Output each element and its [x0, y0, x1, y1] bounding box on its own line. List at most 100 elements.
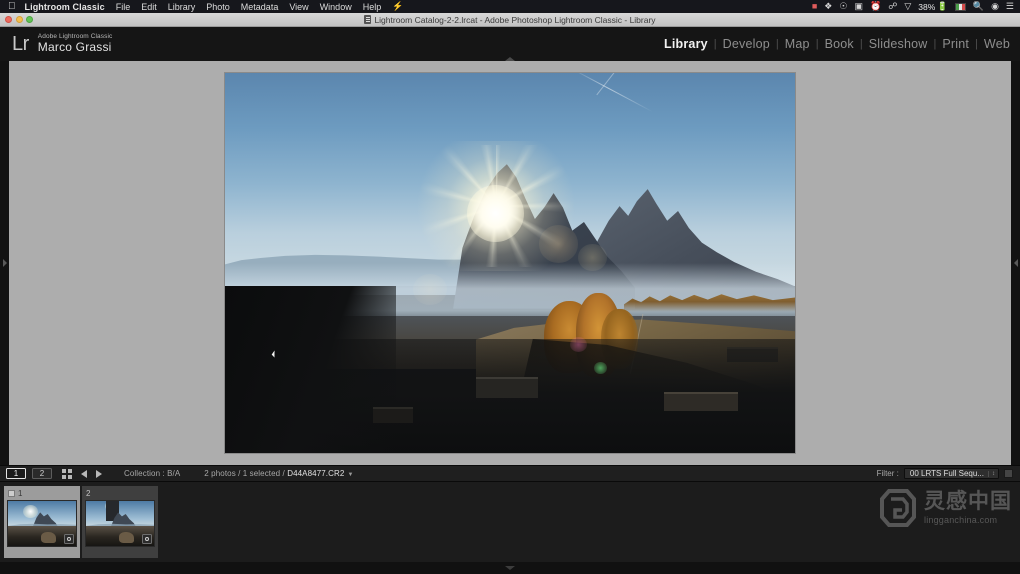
bottom-panel-toggle[interactable] [0, 562, 1020, 574]
filter-toggle-icon[interactable] [1004, 469, 1013, 478]
chevron-left-icon [1013, 259, 1018, 267]
photo-count-prefix: 2 photos / 1 selected / [204, 469, 288, 478]
right-panel-toggle[interactable] [1011, 61, 1020, 465]
filter-label: Filter : [876, 469, 899, 478]
battery-icon: 🔋 [937, 1, 948, 11]
menu-item-library[interactable]: Library [168, 2, 207, 12]
menu-item-file[interactable]: File [116, 2, 142, 12]
lightroom-top-panel: Lr Adobe Lightroom Classic Marco Grassi … [0, 27, 1020, 61]
wifi-icon[interactable]: ▽ [904, 2, 911, 11]
module-separator: | [775, 38, 779, 50]
menu-app-name[interactable]: Lightroom Classic [25, 2, 116, 12]
filmstrip-page-2-button[interactable]: 2 [32, 468, 52, 479]
select-arrows-icon: ↕ [988, 470, 995, 477]
menu-item-view[interactable]: View [289, 2, 319, 12]
watermark-text: 灵感中国 lingganchina.com [924, 489, 1012, 525]
module-map[interactable]: Map [785, 37, 810, 51]
develop-badge-icon[interactable] [142, 534, 152, 544]
notifications-icon[interactable]: ☰ [1006, 2, 1014, 11]
main-content-area [0, 61, 1020, 465]
menu-item-photo[interactable]: Photo [206, 2, 241, 12]
lens-flare-a [538, 225, 579, 263]
lightroom-window:  Lightroom Classic File Edit Library Ph… [0, 0, 1020, 574]
search-icon[interactable]: 🔍 [973, 2, 984, 11]
main-photo[interactable] [224, 72, 796, 454]
dropbox-icon[interactable]: ❖ [824, 2, 832, 11]
chevron-down-icon [505, 566, 515, 570]
thumbnail-image-1 [7, 500, 77, 547]
thumbnail-header: 2 [85, 489, 155, 498]
flag-italy-icon[interactable] [954, 2, 966, 11]
current-filename: D44A8477.CR2 [287, 469, 345, 478]
filmstrip-page-1-button[interactable]: 1 [6, 468, 26, 479]
module-separator: | [713, 38, 717, 50]
module-library[interactable]: Library [664, 37, 708, 51]
module-web[interactable]: Web [984, 37, 1010, 51]
arrow-left-icon[interactable] [81, 469, 87, 478]
module-slideshow[interactable]: Slideshow [869, 37, 928, 51]
menu-item-edit[interactable]: Edit [141, 2, 168, 12]
filmstrip-toolbar: 1 2 Collection : B/A 2 photos / 1 select… [0, 465, 1020, 482]
watermark: 灵感中国 lingganchina.com [877, 488, 1012, 528]
lightroom-logo-icon: Lr [12, 32, 29, 55]
module-separator: | [859, 38, 863, 50]
watermark-en-label: lingganchina.com [924, 513, 1012, 525]
thumb-rock [40, 531, 56, 544]
macos-menu-bar:  Lightroom Classic File Edit Library Ph… [0, 0, 1020, 13]
source-label[interactable]: Collection : B/A [124, 469, 180, 478]
filter-preset-value: 00 LRTS Full Sequ... [909, 469, 984, 478]
thumbnail-index-label: 2 [86, 488, 91, 498]
identity-plate[interactable]: Lr Adobe Lightroom Classic Marco Grassi [0, 33, 112, 54]
menu-item-window[interactable]: Window [320, 2, 363, 12]
filter-area: Filter : 00 LRTS Full Sequ... ↕ [877, 468, 1020, 479]
timemachine-icon[interactable]: ⏰ [870, 2, 881, 11]
filmstrip-thumbnail-1[interactable]: 1 [4, 486, 80, 558]
arrow-right-icon[interactable] [96, 469, 102, 478]
minimize-button[interactable] [15, 16, 23, 23]
identity-plate-text: Adobe Lightroom Classic Marco Grassi [38, 33, 113, 54]
filmstrip-thumbnail-2[interactable]: 2 [82, 486, 158, 558]
lingganchina-logo-icon [877, 488, 917, 528]
photo-count-label: 2 photos / 1 selected / D44A8477.CR2 ▼ [204, 469, 353, 478]
window-titlebar: Lightroom Catalog-2-2.lrcat - Adobe Phot… [0, 13, 1020, 27]
pick-flag-icon[interactable] [8, 490, 15, 497]
zoom-button[interactable] [26, 16, 33, 23]
module-book[interactable]: Book [825, 37, 854, 51]
thumbnail-index-label: 1 [18, 488, 23, 498]
lens-flare-magenta [569, 337, 587, 353]
menu-item-metadata[interactable]: Metadata [241, 2, 290, 12]
lens-flare-b [578, 244, 607, 271]
thumbnail-image-2 [85, 500, 155, 547]
watermark-en-suffix: .com [976, 514, 998, 525]
battery-status[interactable]: 38% 🔋 [918, 1, 948, 12]
left-panel-toggle[interactable] [0, 61, 9, 465]
module-separator: | [933, 38, 937, 50]
grid-view-icon[interactable] [62, 469, 72, 479]
lens-flare-green [594, 361, 607, 374]
develop-badge-icon[interactable] [64, 534, 74, 544]
recording-icon[interactable]: ■ [812, 2, 817, 11]
module-separator: | [815, 38, 819, 50]
module-separator: | [975, 38, 978, 50]
watermark-cn-label: 灵感中国 [924, 489, 1012, 514]
module-develop[interactable]: Develop [723, 37, 770, 51]
window-title: Lightroom Catalog-2-2.lrcat - Adobe Phot… [364, 15, 656, 25]
watermark-en-name: lingganchina [924, 514, 977, 525]
close-button[interactable] [5, 16, 12, 23]
filter-preset-select[interactable]: 00 LRTS Full Sequ... ↕ [903, 468, 999, 479]
filmstrip: 1 2 [0, 482, 1020, 562]
thumbnail-header: 1 [7, 489, 77, 498]
chevron-down-icon[interactable]: ▼ [344, 472, 353, 478]
account-icon[interactable]: ◉ [991, 2, 999, 11]
bolt-icon[interactable]: ⚡ [392, 1, 409, 12]
bluetooth-icon[interactable]: ☍ [888, 2, 897, 11]
traffic-lights [5, 16, 33, 23]
apple-icon[interactable]:  [0, 1, 25, 12]
identity-user-label: Marco Grassi [37, 39, 112, 54]
photo-flare-layer [225, 73, 795, 453]
module-print[interactable]: Print [942, 37, 969, 51]
cloud-icon[interactable]: ☉ [839, 2, 847, 11]
menu-item-help[interactable]: Help [363, 2, 393, 12]
display-icon[interactable]: ▣ [854, 2, 863, 11]
loupe-view-canvas[interactable] [9, 61, 1011, 465]
